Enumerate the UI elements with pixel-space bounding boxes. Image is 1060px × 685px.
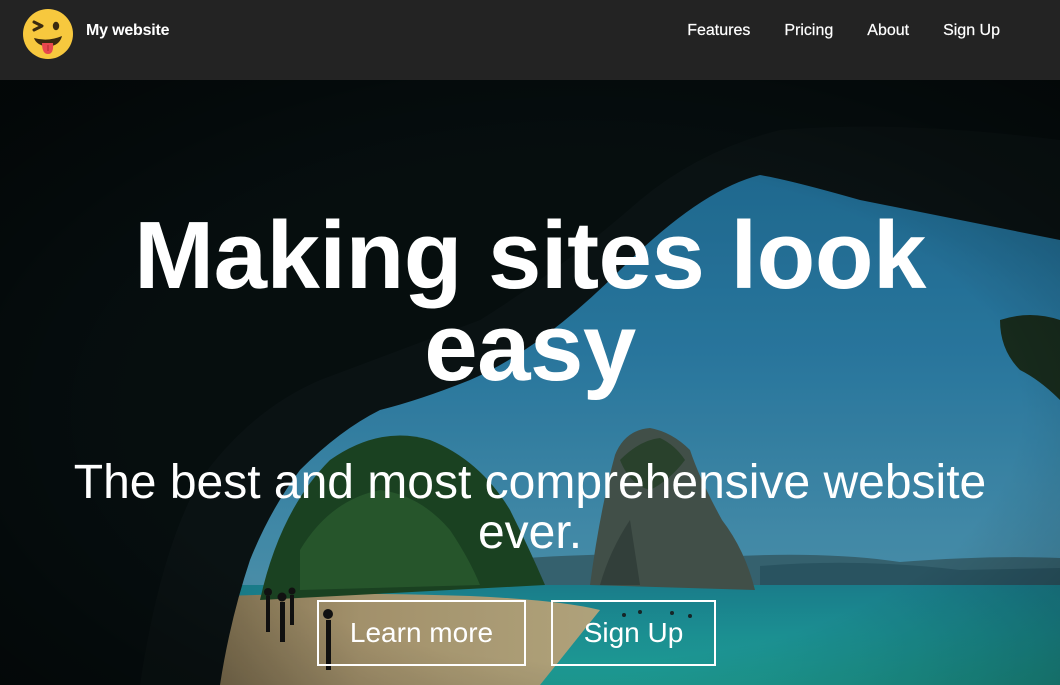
nav-links: Features Pricing About Sign Up <box>653 22 1000 40</box>
winking-tongue-emoji-icon[interactable] <box>22 8 74 60</box>
sign-up-button[interactable]: Sign Up <box>551 600 716 666</box>
nav-link-sign-up[interactable]: Sign Up <box>943 22 1000 40</box>
hero-title: Making sites look easy <box>134 202 926 401</box>
nav-link-features[interactable]: Features <box>687 22 750 40</box>
site-brand[interactable]: My website <box>86 22 170 40</box>
hero-section: Making sites look easy The best and most… <box>0 80 1060 685</box>
learn-more-button[interactable]: Learn more <box>317 600 526 666</box>
top-navbar: My website Features Pricing About Sign U… <box>0 0 1060 80</box>
hero-content: Making sites look easy The best and most… <box>0 80 1060 685</box>
hero-subtitle: The best and most comprehensive website … <box>73 456 987 559</box>
nav-link-pricing[interactable]: Pricing <box>784 22 833 40</box>
nav-link-about[interactable]: About <box>867 22 909 40</box>
